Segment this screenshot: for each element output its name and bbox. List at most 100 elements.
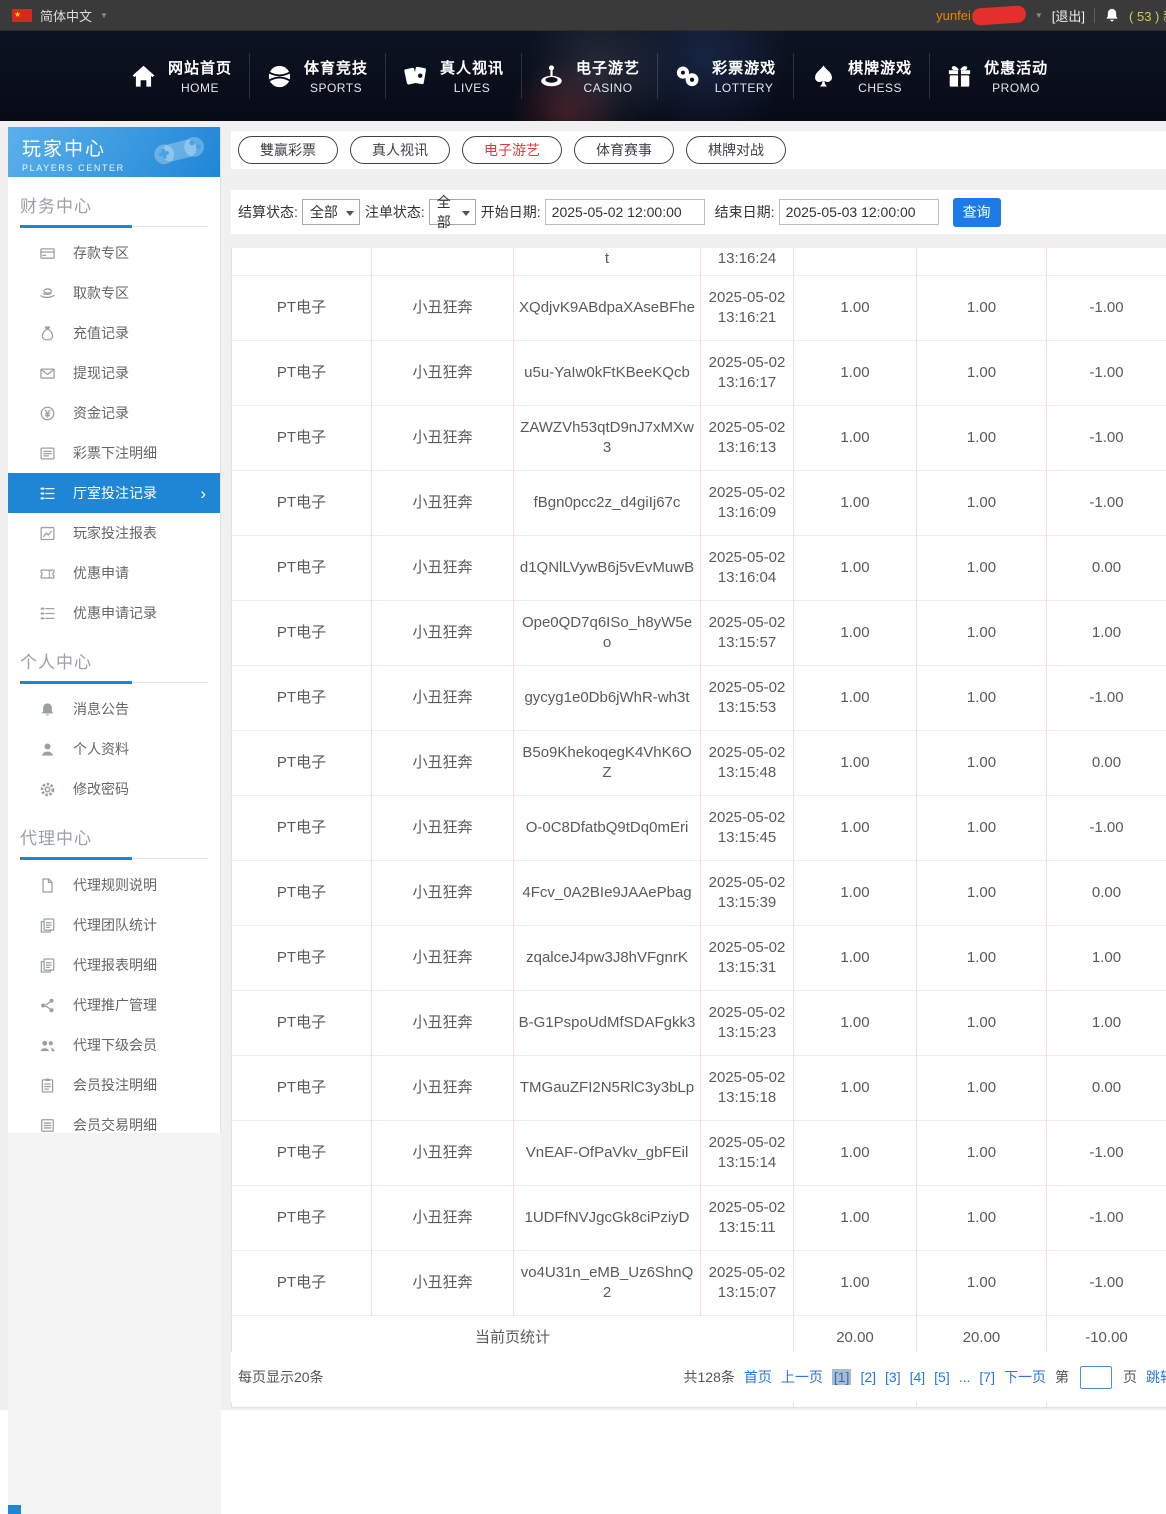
valid-bet-cell: 1.00 bbox=[916, 535, 1047, 601]
page-link[interactable]: [5] bbox=[934, 1369, 950, 1385]
table-row[interactable]: PT电子 小丑狂奔 1UDFfNVJgcGk8ciPziyD 2025-05-02 1… bbox=[231, 1185, 1166, 1251]
pagination-bar: 每页显示20条 共128条 首页 上一页 [1] [2] [3] [4] [5]... [7]… bbox=[231, 1352, 1166, 1402]
flag-star: ★ bbox=[14, 10, 22, 19]
sidebar-item[interactable]: 代理推广管理 bbox=[8, 985, 220, 1025]
page-link[interactable]: [3] bbox=[885, 1369, 901, 1385]
sidebar-item[interactable]: 存款专区 bbox=[8, 233, 220, 273]
lottery-balls-icon bbox=[674, 63, 701, 90]
bottom-left-widget[interactable] bbox=[8, 1505, 21, 1514]
sidebar-item[interactable]: 厅室投注记录 › bbox=[8, 473, 220, 513]
sidebar-item[interactable]: 玩家投注报表 bbox=[8, 513, 220, 553]
table-row[interactable]: PT电子 小丑狂奔 vo4U31n_eMB_Uz6ShnQ2 2025-05-02 1… bbox=[231, 1250, 1166, 1316]
bet-amount-cell: 1.00 bbox=[793, 1250, 917, 1316]
sidebar-item-label: 充值记录 bbox=[73, 325, 129, 341]
settle-status-select[interactable]: 全部 bbox=[301, 199, 360, 225]
platform-cell: PT电子 bbox=[231, 860, 372, 926]
bet-id-cell: B5o9KhekoqegK4VhK6OZ bbox=[513, 730, 701, 796]
game-name-cell: 小丑狂奔 bbox=[371, 470, 514, 536]
table-row[interactable]: PT电子 小丑狂奔 B5o9KhekoqegK4VhK6OZ 2025-05-02 1… bbox=[231, 730, 1166, 796]
table-row[interactable]: PT电子 小丑狂奔 TMGauZFI2N5RlC3y3bLp 2025-05-02 1… bbox=[231, 1055, 1166, 1121]
nav-item-lives[interactable]: 真人视讯 LIVES bbox=[385, 46, 521, 106]
order-status-value: 全部 bbox=[436, 194, 451, 230]
valid-bet-cell: 1.00 bbox=[916, 405, 1047, 471]
language-selector[interactable]: 简体中文 bbox=[40, 6, 92, 25]
nav-item-text: 优惠活动 PROMO bbox=[984, 57, 1048, 95]
sidebar-item[interactable]: 代理下级会员 bbox=[8, 1025, 220, 1065]
sidebar-item[interactable]: 代理团队统计 bbox=[8, 905, 220, 945]
sidebar-item[interactable]: 资金记录 bbox=[8, 393, 220, 433]
search-button[interactable]: 查询 bbox=[952, 197, 1001, 227]
start-date-input[interactable] bbox=[544, 199, 705, 225]
game-tab[interactable]: 真人视讯 bbox=[350, 136, 450, 164]
sidebar-item[interactable]: 修改密码 bbox=[8, 769, 220, 809]
jump-page-input[interactable] bbox=[1080, 1365, 1112, 1389]
game-tab[interactable]: 电子游艺 bbox=[462, 136, 562, 164]
order-status-select[interactable]: 全部 bbox=[428, 194, 476, 230]
chevron-down-icon[interactable]: ▼ bbox=[1035, 11, 1043, 20]
notification-count[interactable]: ( 53 ) 新 bbox=[1129, 6, 1166, 25]
sidebar-item[interactable]: 优惠申请 bbox=[8, 553, 220, 593]
bet-amount-cell bbox=[793, 248, 917, 276]
table-row[interactable]: PT电子 小丑狂奔 zqalceJ4pw3J8hVFgnrK 2025-05-02 1… bbox=[231, 925, 1166, 991]
username-text[interactable]: yunfei bbox=[936, 8, 971, 23]
page-links: 首页 上一页 [1] [2] [3] [4] [5]... [7] 下一页 bbox=[744, 1367, 1046, 1387]
table-row[interactable]: PT电子 小丑狂奔 O-0C8DfatbQ9tDq0mEri 2025-05-02 1… bbox=[231, 795, 1166, 861]
sidebar-item[interactable]: 优惠申请记录 bbox=[8, 593, 220, 633]
page-link[interactable]: [2] bbox=[860, 1369, 876, 1385]
nav-item-promo[interactable]: 优惠活动 PROMO bbox=[929, 46, 1065, 106]
win-loss-cell: 0.00 bbox=[1046, 1055, 1166, 1121]
page-link[interactable]: 下一页 bbox=[1004, 1367, 1046, 1387]
nav-item-casino[interactable]: 电子游艺 CASINO bbox=[521, 46, 657, 106]
nav-item-home[interactable]: 网站首页 HOME bbox=[113, 46, 249, 106]
table-row-partial: t 13:16:24 bbox=[232, 248, 1166, 276]
valid-bet-cell: 1.00 bbox=[916, 990, 1047, 1056]
table-row[interactable]: PT电子 小丑狂奔 gycyg1e0Db6jWhR-wh3t 2025-05-02 1… bbox=[231, 665, 1166, 731]
page-link[interactable]: [7] bbox=[979, 1369, 995, 1385]
sidebar-item[interactable]: 代理报表明细 bbox=[8, 945, 220, 985]
jump-button[interactable]: 跳转 bbox=[1146, 1367, 1166, 1387]
sidebar-item-label: 会员交易明细 bbox=[73, 1117, 157, 1133]
table-row[interactable]: PT电子 小丑狂奔 Ope0QD7q6ISo_h8yW5eo 2025-05-02 1… bbox=[231, 600, 1166, 666]
nav-label-zh: 彩票游戏 bbox=[712, 60, 777, 77]
logout-button[interactable]: [退出] bbox=[1052, 6, 1085, 25]
table-row[interactable]: PT电子 小丑狂奔 d1QNlLVywB6j5vEvMuwB 2025-05-02 1… bbox=[231, 535, 1166, 601]
page-link[interactable]: [4] bbox=[910, 1369, 926, 1385]
page-link[interactable]: 上一页 bbox=[781, 1367, 823, 1387]
chevron-down-icon[interactable]: ▼ bbox=[100, 11, 108, 20]
table-row[interactable]: PT电子 小丑狂奔 VnEAF-OfPaVkv_gbFEil 2025-05-02 1… bbox=[231, 1120, 1166, 1186]
spade-icon bbox=[810, 63, 837, 90]
sidebar-item[interactable]: 会员交易明细 bbox=[8, 1105, 220, 1133]
page-link-current[interactable]: [1] bbox=[831, 1369, 852, 1385]
win-loss-cell: -1.00 bbox=[1046, 1250, 1166, 1316]
nav-item-sports[interactable]: 体育竞技 SPORTS bbox=[249, 46, 385, 106]
sidebar-item[interactable]: 充值记录 bbox=[8, 313, 220, 353]
platform-cell: PT电子 bbox=[231, 600, 372, 666]
table-row[interactable]: PT电子 小丑狂奔 ZAWZVh53qtD9nJ7xMXw3 2025-05-02 1… bbox=[231, 405, 1166, 471]
list-icon bbox=[39, 445, 56, 462]
time-cell: 2025-05-02 13:16:13 bbox=[700, 405, 794, 471]
table-row[interactable]: PT电子 小丑狂奔 u5u-YaIw0kFtKBeeKQcb 2025-05-02 1… bbox=[231, 340, 1166, 406]
sidebar-item[interactable]: 取款专区 bbox=[8, 273, 220, 313]
detail-list-icon bbox=[39, 605, 56, 622]
game-tab[interactable]: 棋牌对战 bbox=[686, 136, 786, 164]
game-tab[interactable]: 雙赢彩票 bbox=[238, 136, 338, 164]
sidebar-item[interactable]: 代理规则说明 bbox=[8, 865, 220, 905]
table-row[interactable]: PT电子 小丑狂奔 B-G1PspoUdMfSDAFgkk3 2025-05-02 1… bbox=[231, 990, 1166, 1056]
sidebar-item[interactable]: 提现记录 bbox=[8, 353, 220, 393]
win-loss-cell: 0.00 bbox=[1046, 730, 1166, 796]
nav-item-lottery[interactable]: 彩票游戏 LOTTERY bbox=[657, 46, 793, 106]
sidebar-item[interactable]: 消息公告 bbox=[8, 689, 220, 729]
nav-item-chess[interactable]: 棋牌游戏 CHESS bbox=[793, 46, 929, 106]
sidebar-item[interactable]: 会员投注明细 bbox=[8, 1065, 220, 1105]
notification-bell-icon[interactable] bbox=[1104, 7, 1120, 23]
valid-bet-cell: 1.00 bbox=[916, 860, 1047, 926]
sidebar-item[interactable]: 彩票下注明细 bbox=[8, 433, 220, 473]
page-link[interactable]: 首页 bbox=[744, 1367, 772, 1387]
end-date-input[interactable] bbox=[778, 199, 939, 225]
game-tab[interactable]: 体育赛事 bbox=[574, 136, 674, 164]
table-row[interactable]: PT电子 小丑狂奔 4Fcv_0A2BIe9JAAePbag 2025-05-02 1… bbox=[231, 860, 1166, 926]
platform-cell: PT电子 bbox=[231, 405, 372, 471]
table-row[interactable]: PT电子 小丑狂奔 XQdjvK9ABdpaXAseBFhe 2025-05-02 1… bbox=[231, 275, 1166, 341]
table-row[interactable]: PT电子 小丑狂奔 fBgn0pcc2z_d4giIj67c 2025-05-02 1… bbox=[231, 470, 1166, 536]
sidebar-item[interactable]: 个人资料 bbox=[8, 729, 220, 769]
